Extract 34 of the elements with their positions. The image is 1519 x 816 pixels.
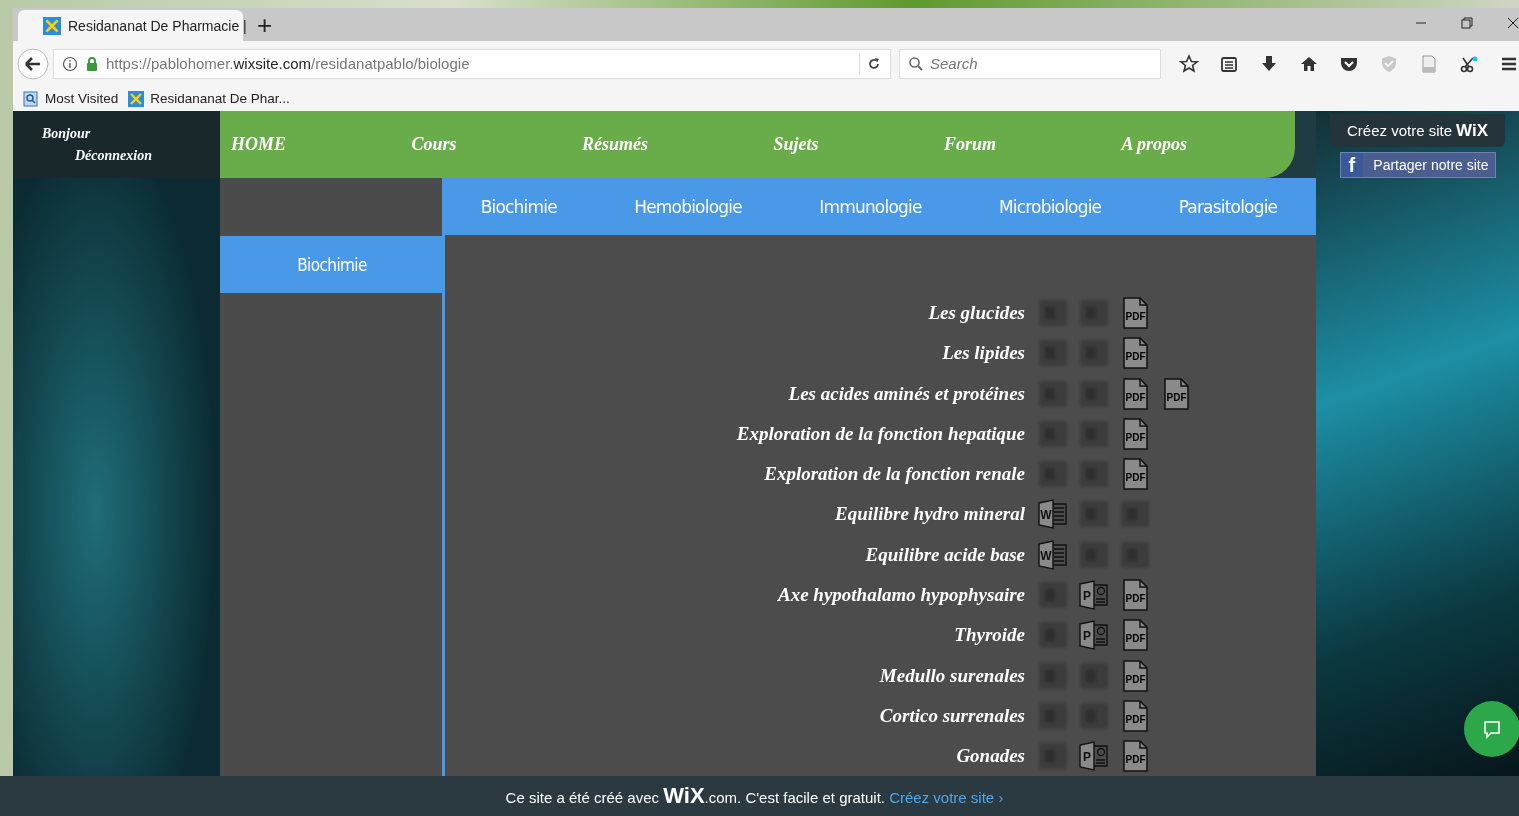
create-site-button[interactable]: Créez votre site WiX [1330,114,1505,147]
url-text: https://pablohomer.wixsite.com/residanatpablo/biologie [105,55,471,72]
share-button[interactable]: f Partager notre site [1339,152,1496,178]
close-icon[interactable] [1507,17,1519,29]
back-icon[interactable] [17,47,49,80]
search-field[interactable]: Search [899,48,1161,79]
document-title: Les lipides [941,342,1025,365]
info-icon[interactable] [61,55,78,72]
bookmark-item[interactable]: Most Visited [23,90,119,107]
document-title: Thyroide [953,624,1025,647]
document-title: Medullo surenales [878,664,1025,687]
star-icon[interactable] [1179,53,1199,74]
restore-icon[interactable] [1461,17,1473,29]
footer-text: Ce site a été créé avec WiX.com. C'est facile et gratuit. Créez votre site › [505,783,1004,809]
greeting-link[interactable]: Bonjour [42,125,220,142]
document-title: Equilibre acide base [864,543,1025,566]
document-title: Equilibre hydro mineral [833,503,1025,526]
site-favicon-icon [43,16,61,35]
document-title: Axe hypothalamo hypophysaire [776,584,1025,607]
document-title: Les acides aminés et protéines [787,382,1025,405]
document-title: Exploration de la fonction hepatique [735,422,1025,445]
document-title: Cortico surrenales [878,704,1025,727]
magnifier-page-icon [23,90,39,107]
create-site-link[interactable]: Créez votre site › [889,789,1004,806]
reload-icon[interactable] [866,55,882,72]
bookmark-item[interactable]: Residananat De Phar... [128,90,290,107]
logout-link[interactable]: Déconnexion [42,147,220,164]
document-title: Exploration de la fonction renale [763,463,1025,486]
address-field[interactable]: https://pablohomer.wixsite.com/residanatpablo/biologie [52,48,891,79]
site-favicon-icon [128,90,145,107]
document-title: Gonades [955,745,1025,768]
new-tab-button[interactable]: + [251,12,279,38]
chat-button[interactable] [1464,701,1519,757]
document-title: Les glucides [927,302,1025,324]
